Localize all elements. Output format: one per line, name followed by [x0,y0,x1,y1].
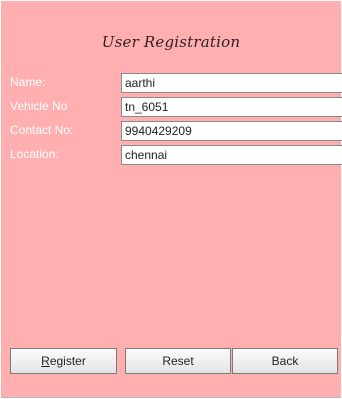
name-field[interactable] [121,73,342,93]
location-field[interactable] [121,145,342,165]
register-mnemonic: R [41,354,50,368]
registration-panel: User Registration Name: Vehicle No Conta… [1,1,342,398]
vehicle-no-label: Vehicle No [10,99,68,113]
back-button[interactable]: Back [232,348,338,374]
register-label-rest: egister [49,354,86,368]
register-button[interactable]: Register [10,348,117,374]
contact-no-label: Contact No: [10,123,74,137]
name-label: Name: [10,75,46,89]
vehicle-no-field[interactable] [121,97,342,117]
reset-button[interactable]: Reset [125,348,231,374]
location-label: Location: [10,147,59,161]
contact-no-field[interactable] [121,121,342,141]
form-title: User Registration [101,33,241,51]
